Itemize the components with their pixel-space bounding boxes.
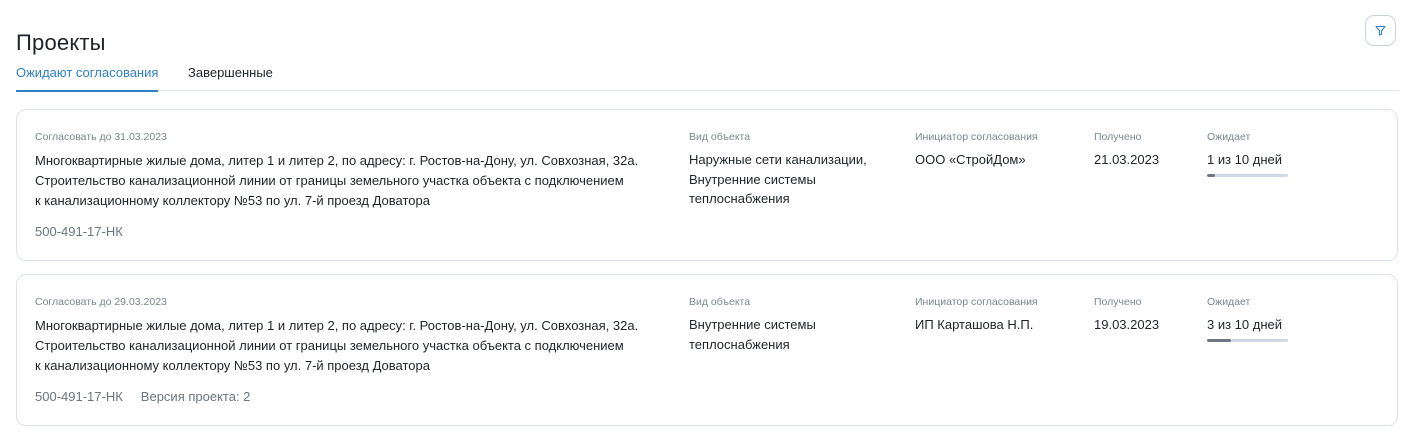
description-line: Многоквартирные жилые дома, литер 1 и ли… [35, 153, 639, 168]
initiator-label: Инициатор согласования [915, 296, 1038, 308]
object-type-line: теплоснабжения [689, 336, 790, 352]
object-type-label: Вид объекта [689, 131, 751, 143]
project-description: Многоквартирные жилые дома, литер 1 и ли… [35, 151, 675, 211]
object-type-line: Внутренние системы [689, 317, 816, 332]
initiator-column: Инициатор согласования ООО «СтройДом» [915, 130, 1038, 170]
waiting-label: Ожидает [1207, 296, 1251, 308]
project-description: Многоквартирные жилые дома, литер 1 и ли… [35, 316, 675, 376]
filter-button[interactable] [1365, 15, 1396, 46]
description-line: Строительство канализационной линии от г… [35, 173, 624, 188]
waiting-value: 1 из 10 дней [1207, 152, 1283, 167]
object-type-line: теплоснабжения [689, 191, 790, 206]
project-footer: 500-491-17-НК [35, 224, 123, 240]
approval-deadline: Согласовать до 31.03.2023 [35, 131, 167, 143]
object-type-line: Внутренние системы [689, 171, 816, 187]
description-line: к канализационному коллектору №53 по ул.… [35, 358, 430, 373]
object-type-line: Наружные сети канализации, [689, 152, 867, 167]
waiting-column: Ожидает 3 из 10 дней [1207, 295, 1288, 342]
object-type-value: Внутренние системы теплоснабжения [689, 315, 816, 354]
waiting-progress-fill [1207, 338, 1232, 342]
received-date: 21.03.2023 [1094, 152, 1160, 167]
project-code: 500-491-17-НК [35, 224, 123, 239]
project-card[interactable]: Согласовать до 31.03.2023 Многоквартирны… [16, 109, 1398, 261]
waiting-value: 3 из 10 дней [1207, 317, 1283, 332]
received-label: Получено [1094, 296, 1142, 308]
project-version: Версия проекта: 2 [140, 389, 251, 404]
received-column: Получено 19.03.2023 [1094, 295, 1159, 335]
filter-icon [1375, 25, 1386, 36]
tab-completed[interactable]: Завершенные [188, 65, 273, 81]
waiting-progress-fill [1207, 173, 1216, 177]
initiator-value: ИП Карташова Н.П. [915, 317, 1034, 332]
tab-pending-approval[interactable]: Ожидают согласования [16, 65, 159, 92]
object-type-label: Вид объекта [689, 296, 751, 308]
waiting-progress-bar [1207, 173, 1288, 177]
initiator-value: ООО «СтройДом» [915, 152, 1026, 167]
description-line: Строительство канализационной линии от г… [35, 338, 624, 353]
waiting-column: Ожидает 1 из 10 дней [1207, 130, 1288, 177]
received-column: Получено 21.03.2023 [1094, 130, 1159, 170]
waiting-progress-bar [1207, 338, 1288, 342]
project-code: 500-491-17-НК [35, 389, 123, 404]
object-type-column: Вид объекта Внутренние системы теплоснаб… [689, 295, 816, 354]
initiator-column: Инициатор согласования ИП Карташова Н.П. [915, 295, 1038, 335]
project-footer: 500-491-17-НК Версия проекта: 2 [35, 389, 250, 405]
waiting-label: Ожидает [1207, 131, 1251, 143]
received-date: 19.03.2023 [1094, 317, 1160, 332]
initiator-label: Инициатор согласования [915, 131, 1038, 143]
approval-deadline: Согласовать до 29.03.2023 [35, 296, 167, 308]
tab-bar: Ожидают согласования Завершенные [16, 60, 1398, 92]
received-label: Получено [1094, 131, 1142, 143]
object-type-column: Вид объекта Наружные сети канализации, В… [689, 130, 867, 209]
object-type-value: Наружные сети канализации, Внутренние си… [689, 150, 867, 209]
description-line: к канализационному коллектору №53 по ул.… [35, 193, 430, 208]
description-line: Многоквартирные жилые дома, литер 1 и ли… [35, 318, 639, 333]
project-card[interactable]: Согласовать до 29.03.2023 Многоквартирны… [16, 274, 1398, 426]
page-title: Проекты [16, 29, 106, 55]
